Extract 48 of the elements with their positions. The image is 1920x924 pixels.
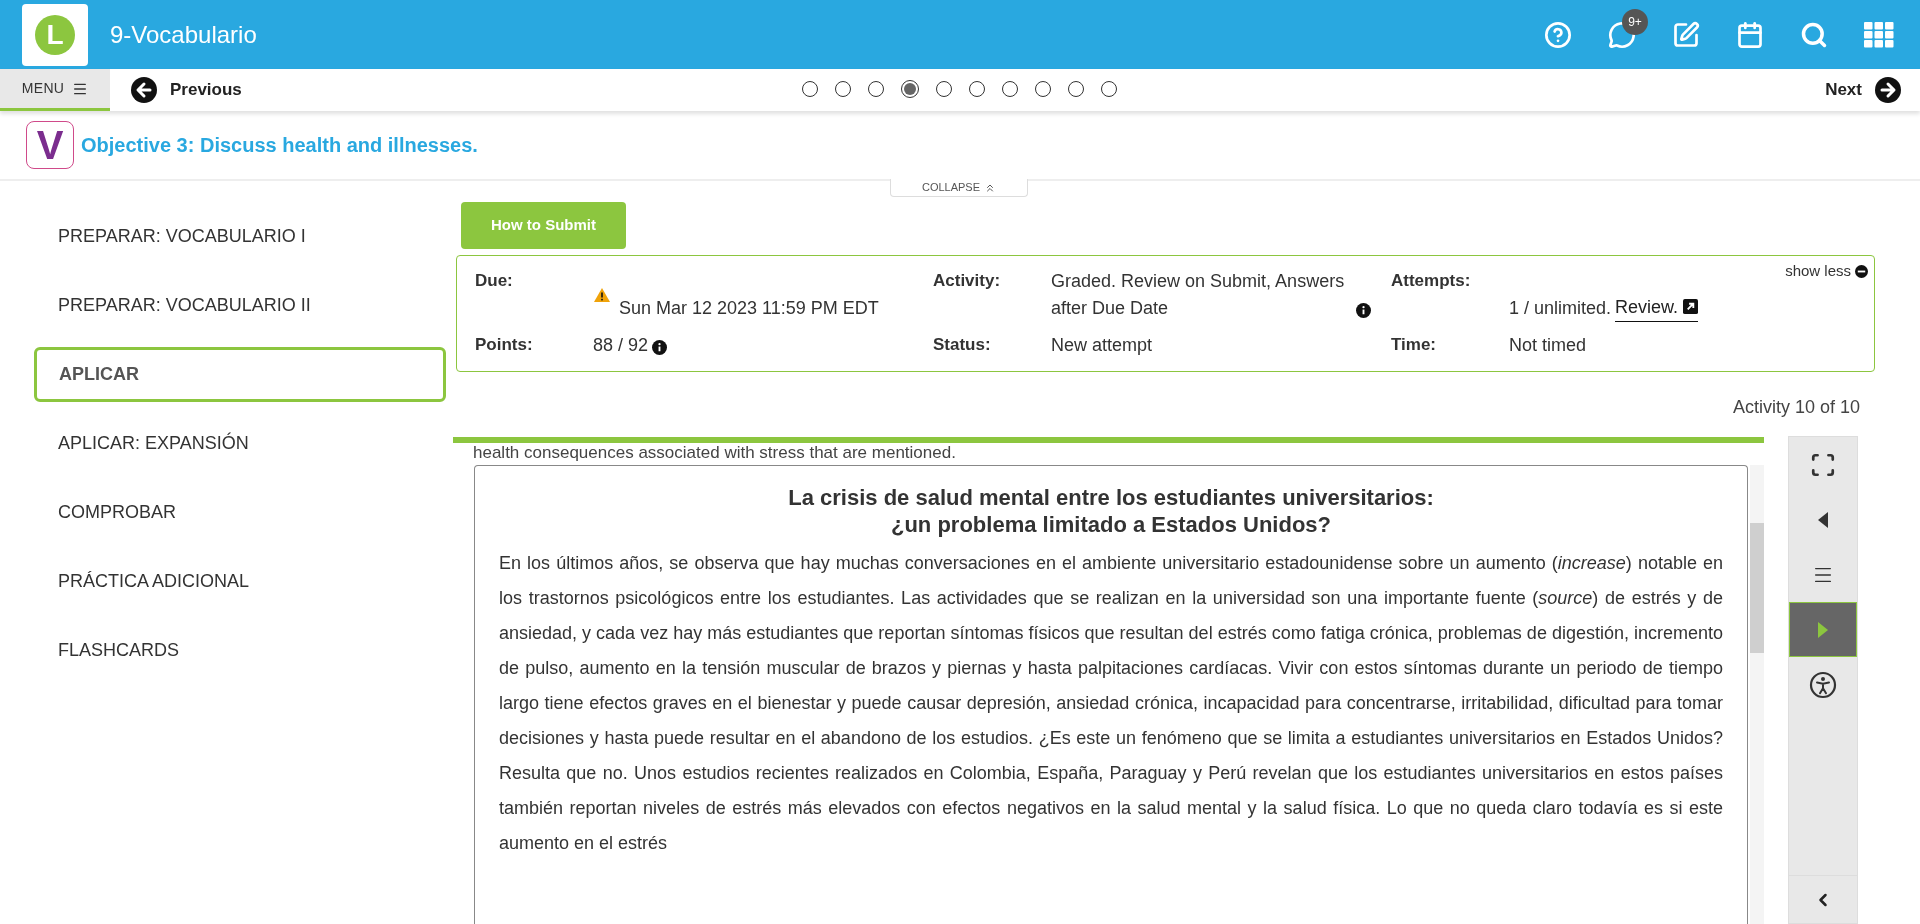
sidebar-item[interactable]: COMPROBAR xyxy=(34,485,446,540)
collapse-button[interactable]: COLLAPSE xyxy=(890,179,1028,197)
info-icon[interactable] xyxy=(652,340,668,355)
edit-icon[interactable] xyxy=(1672,20,1700,49)
instruction-text: health consequences associated with stress that are mentioned. xyxy=(473,443,957,463)
field-value: New attempt xyxy=(1051,334,1153,357)
accessibility-icon xyxy=(1809,670,1837,699)
help-icon[interactable] xyxy=(1544,20,1572,49)
sidebar-item[interactable]: FLASHCARDS xyxy=(34,623,446,678)
play-icon xyxy=(1816,620,1830,639)
objective-title: Objective 3: Discuss health and illnesses. xyxy=(81,133,478,158)
warning-icon xyxy=(593,287,611,303)
search-icon[interactable] xyxy=(1800,20,1828,49)
left-triangle-icon xyxy=(1816,510,1830,529)
sidebar-item[interactable]: APLICAR xyxy=(34,347,446,402)
apps-grid-icon[interactable] xyxy=(1864,21,1894,48)
show-less-button[interactable]: show less xyxy=(1785,260,1868,283)
field-label: Attempts: xyxy=(1391,270,1472,292)
app-logo: L xyxy=(22,3,88,66)
next-button[interactable]: Next xyxy=(1825,76,1902,104)
notification-badge: 9+ xyxy=(1622,8,1648,35)
calendar-icon[interactable] xyxy=(1736,20,1764,49)
review-link[interactable]: Review. xyxy=(1615,294,1699,322)
field-label: Points: xyxy=(475,334,534,356)
field-value: 1 / unlimited. xyxy=(1509,297,1612,320)
article-paragraph: En los últimos años, se observa que hay muchas conversaciones en el ambiente universitario estadounidense sobre un aumento (increase) notable en los trastornos psicológicos entre los estudiantes. Las actividades que se realizan en la universidad son una importante fuente (source) de estrés y de ansiedad, y cada vez hay más estudiantes que reportan síntomas físicos que resultan del estrés como fatiga crónica, problemas de digestión, incremento de pulso, aumento en la tensión muscular de brazos y piernas y hasta palpitaciones cardíacas. Vivir con estos síntomas durante un periodo de tiempo largo tiene efectos graves en el bienestar y puede causar depresión, ansiedad crónica, incapacidad para concentrarse, irritabilidad, dificultad para tomar decisiones y hasta puede resultar en el abandono de los estudios. ¿Es este un fenómeno que se limita a estudiantes universitarios en Estados Unidos? Resulta que no. Unos estudios recientes realizados en Colombia, España, Paraguay y Perú revelan que los estudiantes universitarios en estos países también reportan niveles de estrés más elevados con efectos negativos en la salud mental y la salud física. Lo que no queda claro todavía es si este aumento en el estrés xyxy=(499,552,1724,855)
field-label: Activity: xyxy=(933,270,1002,292)
field-value: Sun Mar 12 2023 11:59 PM EDT xyxy=(619,297,879,320)
sidebar-item[interactable]: PRÁCTICA ADICIONAL xyxy=(34,554,446,609)
field-label: Due: xyxy=(475,270,514,292)
activity-counter: Activity 10 of 10 xyxy=(1732,396,1860,419)
field-label: Status: xyxy=(933,334,992,356)
sidebar-item[interactable]: APLICAR: EXPANSIÓN xyxy=(34,416,446,471)
field-value: 88 / 92 xyxy=(593,334,649,357)
objective-badge: V xyxy=(26,121,74,169)
minus-circle-icon xyxy=(1855,264,1868,278)
sidebar-item[interactable]: PREPARAR: VOCABULARIO II xyxy=(34,278,446,333)
info-icon[interactable] xyxy=(1356,303,1371,318)
page-title: 9-Vocabulario xyxy=(110,19,257,50)
previous-button[interactable]: Previous xyxy=(130,76,242,104)
field-label: Time: xyxy=(1391,334,1438,356)
external-link-icon xyxy=(1683,299,1699,314)
field-value: Not timed xyxy=(1509,334,1587,357)
menu-button[interactable]: MENU xyxy=(0,69,110,111)
fullscreen-icon xyxy=(1810,451,1836,478)
field-value: Graded. Review on Submit, Answers after Due Date xyxy=(1051,270,1346,320)
article-title: La crisis de salud mental entre los estudiantes universitarios: ¿un problema limitado a Estados Unidos? xyxy=(787,484,1435,538)
sidebar-item[interactable]: PREPARAR: VOCABULARIO I xyxy=(34,209,446,264)
